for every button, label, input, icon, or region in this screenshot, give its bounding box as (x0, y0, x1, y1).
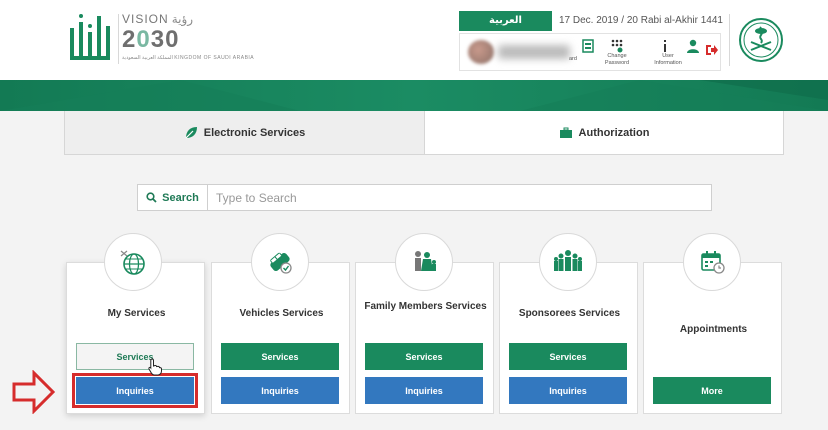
search-button[interactable]: Search (138, 185, 208, 210)
dashboard-button[interactable] (578, 37, 598, 69)
vision-year: 2030 (122, 26, 180, 53)
card-title: Family Members Services (364, 301, 487, 312)
family-members-inquiries-button[interactable]: Inquiries (365, 377, 483, 404)
tab-authorization[interactable]: Authorization (425, 111, 783, 154)
appointments-more-button[interactable]: More (653, 377, 771, 404)
car-icon (251, 233, 309, 291)
logo-divider (118, 14, 119, 64)
user-toolbar: ard Change Password User Information (459, 33, 721, 71)
user-profile-button[interactable] (684, 37, 702, 69)
search-bar: Search (137, 184, 712, 211)
logout-button[interactable] (704, 37, 720, 69)
card-title: Sponsorees Services (518, 308, 621, 319)
dashboard-label[interactable]: ard (569, 56, 577, 62)
service-tabs: Electronic Services Authorization (64, 111, 784, 155)
tab-electronic-services[interactable]: Electronic Services (65, 111, 425, 154)
card-title: Vehicles Services (239, 308, 324, 319)
arabic-language-button[interactable]: العربية (459, 11, 552, 31)
user-name-redacted (498, 45, 570, 59)
calendar-clock-icon (683, 233, 741, 291)
search-icon (146, 192, 157, 203)
vision-subtitle: المملكة العربية السعودية KINGDOM OF SAUD… (122, 55, 255, 61)
family-icon (395, 233, 453, 291)
search-input[interactable] (209, 185, 711, 210)
dashboard-icon (582, 39, 594, 53)
sponsorees-services-button[interactable]: Services (509, 343, 627, 370)
current-date: 17 Dec. 2019 / 20 Rabi al-Akhir 1441 (559, 15, 723, 26)
logout-icon (706, 45, 718, 55)
sponsorees-inquiries-button[interactable]: Inquiries (509, 377, 627, 404)
absher-logo[interactable] (68, 12, 112, 66)
vehicles-inquiries-button[interactable]: Inquiries (221, 377, 339, 404)
globe-icon (104, 233, 162, 291)
my-services-services-button[interactable]: Services (76, 343, 194, 370)
card-title: Appointments (679, 324, 748, 335)
tab-label: Electronic Services (203, 126, 306, 139)
my-services-inquiries-button[interactable]: Inquiries (72, 373, 198, 408)
annotation-arrow-icon (12, 370, 56, 414)
user-info-icon (664, 40, 666, 52)
avatar[interactable] (468, 40, 494, 64)
leaf-icon (184, 126, 198, 140)
change-password-button[interactable]: Change Password (600, 37, 634, 69)
emblem-divider (729, 14, 730, 66)
card-title: My Services (107, 308, 166, 319)
header: VISION رؤية 2030 المملكة العربية السعودية… (0, 0, 828, 80)
language-date-bar: العربية 17 Dec. 2019 / 20 Rabi al-Akhir … (459, 11, 723, 31)
saudi-emblem (739, 18, 783, 62)
vision-label: VISION رؤية (122, 12, 194, 26)
vision-2030-logo: VISION رؤية 2030 المملكة العربية السعودية… (122, 12, 254, 66)
briefcase-icon (559, 127, 573, 139)
header-pattern-band (0, 80, 828, 111)
family-members-services-button[interactable]: Services (365, 343, 483, 370)
user-information-button[interactable]: User Information (650, 37, 686, 69)
pointer-hand-icon (148, 358, 162, 376)
user-icon (687, 39, 699, 53)
vehicles-services-button[interactable]: Services (221, 343, 339, 370)
keypad-icon (611, 39, 623, 53)
tab-label: Authorization (578, 126, 650, 139)
group-icon (539, 233, 597, 291)
